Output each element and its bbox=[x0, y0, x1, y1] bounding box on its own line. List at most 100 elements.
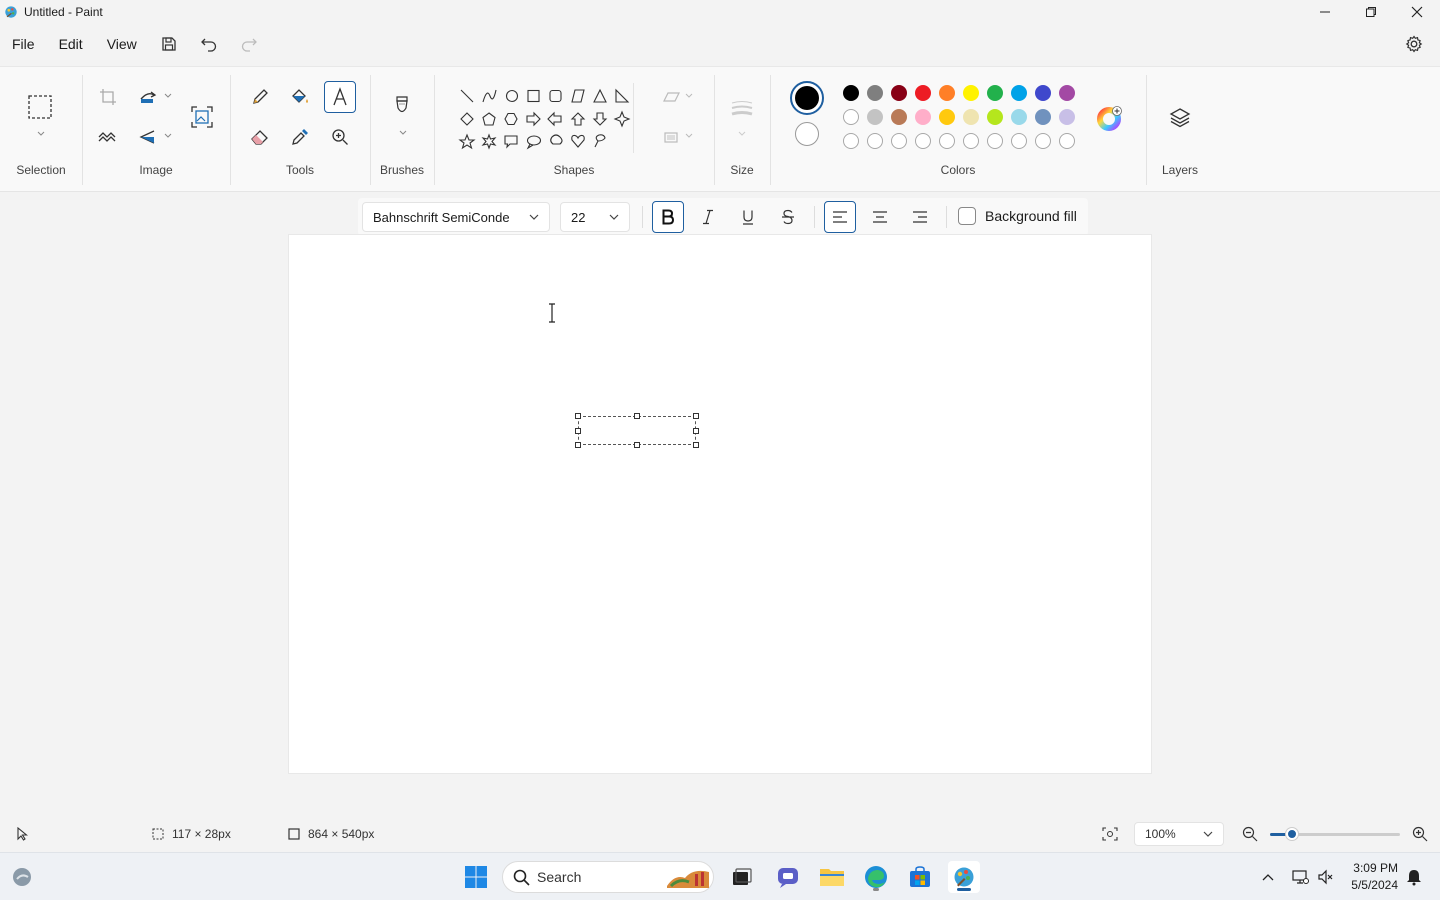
zoom-slider-thumb[interactable] bbox=[1286, 828, 1299, 840]
custom-color-slot[interactable] bbox=[1035, 133, 1051, 149]
bold-button[interactable] bbox=[652, 201, 684, 233]
zoom-slider[interactable] bbox=[1270, 828, 1400, 840]
chevron-down-icon[interactable] bbox=[399, 130, 407, 136]
color-swatch[interactable] bbox=[1035, 85, 1051, 101]
undo-button[interactable] bbox=[189, 28, 229, 60]
color-swatch[interactable] bbox=[1059, 85, 1075, 101]
color-swatch[interactable] bbox=[891, 85, 907, 101]
magnifier-tool[interactable] bbox=[324, 121, 356, 153]
flip-button[interactable] bbox=[132, 121, 164, 153]
crop-button[interactable] bbox=[92, 81, 124, 113]
custom-color-slot[interactable] bbox=[891, 133, 907, 149]
color-1-button[interactable] bbox=[790, 81, 824, 115]
color-swatch[interactable] bbox=[939, 109, 955, 125]
resize-handle-ne[interactable] bbox=[693, 413, 699, 419]
menu-edit[interactable]: Edit bbox=[47, 28, 95, 60]
minimize-button[interactable] bbox=[1302, 0, 1348, 24]
start-button[interactable] bbox=[460, 861, 492, 893]
align-center-button[interactable] bbox=[864, 201, 896, 233]
taskbar-edge[interactable] bbox=[860, 861, 892, 893]
custom-color-slot[interactable] bbox=[915, 133, 931, 149]
background-fill-toggle[interactable]: Background fill bbox=[958, 207, 1077, 225]
color-swatch[interactable] bbox=[891, 109, 907, 125]
zoom-out-button[interactable] bbox=[1242, 818, 1258, 850]
custom-color-slot[interactable] bbox=[843, 133, 859, 149]
color-swatch[interactable] bbox=[963, 109, 979, 125]
color-swatch[interactable] bbox=[1059, 109, 1075, 125]
color-swatch[interactable] bbox=[987, 109, 1003, 125]
image-creator-button[interactable] bbox=[186, 101, 218, 133]
redo-button[interactable] bbox=[229, 28, 269, 60]
taskbar-teams[interactable] bbox=[772, 861, 804, 893]
align-left-button[interactable] bbox=[824, 201, 856, 233]
chevron-down-icon[interactable] bbox=[685, 93, 693, 99]
custom-color-slot[interactable] bbox=[867, 133, 883, 149]
italic-button[interactable] bbox=[692, 201, 724, 233]
size-button[interactable] bbox=[726, 93, 758, 125]
custom-color-slot[interactable] bbox=[987, 133, 1003, 149]
taskbar-paint[interactable] bbox=[948, 861, 980, 893]
font-family-select[interactable]: Bahnschrift SemiConde bbox=[362, 202, 550, 232]
color-swatch[interactable] bbox=[939, 85, 955, 101]
notifications-button[interactable] bbox=[1398, 861, 1430, 893]
menu-view[interactable]: View bbox=[95, 28, 149, 60]
menu-file[interactable]: File bbox=[0, 28, 47, 60]
resize-handle-nw[interactable] bbox=[575, 413, 581, 419]
edit-colors-button[interactable] bbox=[1096, 105, 1124, 133]
maximize-button[interactable] bbox=[1348, 0, 1394, 24]
resize-handle-s[interactable] bbox=[634, 442, 640, 448]
drawing-canvas[interactable] bbox=[288, 234, 1152, 774]
color-swatch[interactable] bbox=[867, 85, 883, 101]
custom-color-slot[interactable] bbox=[963, 133, 979, 149]
color-swatch[interactable] bbox=[1035, 109, 1051, 125]
eraser-tool[interactable] bbox=[244, 121, 276, 153]
chevron-down-icon[interactable] bbox=[37, 131, 45, 137]
color-swatch[interactable] bbox=[915, 85, 931, 101]
show-hidden-icons-button[interactable] bbox=[1252, 861, 1284, 893]
fit-to-window-button[interactable] bbox=[1102, 818, 1118, 850]
chevron-down-icon[interactable] bbox=[164, 93, 172, 99]
settings-button[interactable] bbox=[1398, 28, 1430, 60]
color-swatch[interactable] bbox=[867, 109, 883, 125]
resize-handle-w[interactable] bbox=[575, 428, 581, 434]
color-swatch[interactable] bbox=[915, 109, 931, 125]
strikethrough-button[interactable] bbox=[772, 201, 804, 233]
close-button[interactable] bbox=[1394, 0, 1440, 24]
resize-handle-se[interactable] bbox=[693, 442, 699, 448]
clock[interactable]: 3:09 PM 5/5/2024 bbox=[1351, 860, 1398, 894]
color-swatch[interactable] bbox=[843, 85, 859, 101]
resize-handle-sw[interactable] bbox=[575, 442, 581, 448]
taskbar-file-explorer[interactable] bbox=[816, 861, 848, 893]
resize-handle-e[interactable] bbox=[693, 428, 699, 434]
underline-button[interactable] bbox=[732, 201, 764, 233]
custom-color-slot[interactable] bbox=[939, 133, 955, 149]
color-picker-tool[interactable] bbox=[284, 121, 316, 153]
select-all-button[interactable] bbox=[92, 121, 124, 153]
task-view-button[interactable] bbox=[726, 861, 758, 893]
background-fill-checkbox[interactable] bbox=[958, 207, 976, 225]
color-swatch[interactable] bbox=[843, 109, 859, 125]
color-2-button[interactable] bbox=[795, 122, 819, 146]
resize-button[interactable] bbox=[132, 81, 164, 113]
custom-color-slot[interactable] bbox=[1011, 133, 1027, 149]
widgets-button[interactable] bbox=[6, 861, 38, 893]
resize-handle-n[interactable] bbox=[634, 413, 640, 419]
save-button[interactable] bbox=[149, 28, 189, 60]
brushes-button[interactable] bbox=[386, 91, 418, 123]
custom-color-slot[interactable] bbox=[1059, 133, 1075, 149]
color-swatch[interactable] bbox=[1011, 109, 1027, 125]
selection-button[interactable] bbox=[24, 91, 56, 123]
align-right-button[interactable] bbox=[904, 201, 936, 233]
chevron-down-icon[interactable] bbox=[164, 133, 172, 139]
fill-button[interactable] bbox=[656, 121, 688, 153]
outline-button[interactable] bbox=[656, 81, 688, 113]
pencil-tool[interactable] bbox=[244, 81, 276, 113]
volume-button[interactable] bbox=[1310, 861, 1342, 893]
zoom-in-button[interactable] bbox=[1412, 818, 1428, 850]
zoom-select[interactable]: 100% bbox=[1134, 822, 1224, 846]
fill-tool[interactable] bbox=[284, 81, 316, 113]
color-swatch[interactable] bbox=[1011, 85, 1027, 101]
taskbar-store[interactable] bbox=[904, 861, 936, 893]
taskbar-search[interactable]: Search bbox=[502, 861, 714, 893]
shapes-gallery[interactable] bbox=[454, 83, 634, 153]
